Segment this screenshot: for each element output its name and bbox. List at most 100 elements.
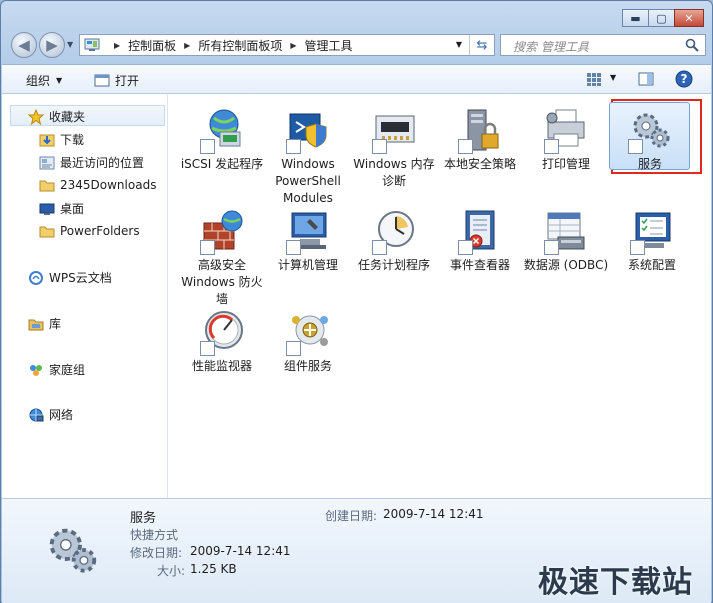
file-grid: iSCSI 发起程序 Windows PowerShell Modules Wi… bbox=[168, 94, 711, 498]
shortcut-arrow-icon bbox=[630, 240, 645, 255]
shortcut-arrow-icon bbox=[200, 240, 215, 255]
homegroup-icon bbox=[30, 364, 42, 376]
organize-label: 组织 bbox=[26, 74, 51, 88]
item-label: 计算机管理 bbox=[277, 258, 338, 272]
shortcut-arrow-icon bbox=[286, 341, 301, 356]
organize-button[interactable]: 组织 ▼ bbox=[26, 72, 62, 89]
item-label: 本地安全策略 bbox=[443, 157, 516, 171]
recent-places-icon bbox=[39, 156, 55, 169]
network-icon bbox=[29, 408, 44, 421]
item-firewall[interactable]: 高级安全 Windows 防火墙 bbox=[179, 207, 265, 308]
downloads-folder-icon bbox=[39, 134, 55, 146]
details-modified-value: 2009-7-14 12:41 bbox=[190, 544, 291, 558]
folder-icon bbox=[39, 180, 55, 192]
item-label: 打印管理 bbox=[541, 157, 590, 171]
caption-buttons: ▬ ▢ ✕ bbox=[622, 9, 704, 27]
shortcut-arrow-icon bbox=[544, 139, 559, 154]
open-button[interactable]: 打开 bbox=[94, 72, 139, 89]
star-icon bbox=[28, 108, 44, 125]
shortcut-arrow-icon bbox=[200, 139, 215, 154]
breadcrumb-separator-icon[interactable]: ▶ bbox=[184, 41, 190, 50]
shortcut-arrow-icon bbox=[628, 139, 643, 154]
item-label: Windows PowerShell Modules bbox=[275, 157, 341, 205]
back-arrow-icon: ◀ bbox=[18, 36, 30, 54]
refresh-button[interactable]: ⇆ bbox=[469, 35, 494, 55]
nav-favorites[interactable]: 收藏夹 bbox=[28, 108, 85, 125]
nav-desktop-label: 桌面 bbox=[60, 202, 85, 216]
nav-recent-places-label: 最近访问的位置 bbox=[60, 156, 145, 170]
item-services[interactable]: 服务 bbox=[609, 102, 690, 173]
details-size-label: 大小: bbox=[157, 564, 186, 578]
item-task-scheduler[interactable]: 任务计划程序 bbox=[351, 207, 437, 274]
item-powershell-modules[interactable]: Windows PowerShell Modules bbox=[265, 106, 351, 207]
search-placeholder: 搜索 管理工具 bbox=[513, 40, 589, 54]
nav-recent-places[interactable]: 最近访问的位置 bbox=[39, 154, 144, 171]
nav-powerfolders-label: PowerFolders bbox=[60, 224, 140, 238]
nav-downloads[interactable]: 下载 bbox=[39, 131, 84, 148]
nav-libraries[interactable]: 库 bbox=[28, 315, 61, 332]
view-options-icon[interactable] bbox=[586, 71, 602, 87]
breadcrumb: ▶ 控制面板 ▶ 所有控制面板项 ▶ 管理工具 bbox=[106, 37, 353, 54]
nav-2345downloads[interactable]: 2345Downloads bbox=[39, 177, 156, 193]
nav-favorites-label: 收藏夹 bbox=[49, 110, 86, 124]
close-button[interactable]: ✕ bbox=[674, 9, 704, 27]
search-box[interactable]: 搜索 管理工具 bbox=[500, 34, 706, 56]
shortcut-arrow-icon bbox=[286, 139, 301, 154]
item-label: 事件查看器 bbox=[449, 258, 510, 272]
item-computer-management[interactable]: 计算机管理 bbox=[265, 207, 351, 274]
item-label: 组件服务 bbox=[283, 359, 332, 373]
gears-icon bbox=[49, 528, 97, 573]
command-bar: 组织 ▼ 打开 ▼ ? bbox=[2, 64, 711, 94]
item-odbc-data-source[interactable]: 数据源 (ODBC) bbox=[523, 207, 609, 274]
item-print-management[interactable]: 打印管理 bbox=[523, 106, 609, 173]
folder-icon bbox=[39, 226, 55, 238]
maximize-button[interactable]: ▢ bbox=[648, 9, 675, 27]
breadcrumb-separator-icon[interactable]: ▶ bbox=[290, 41, 296, 50]
recent-pages-dropdown[interactable]: ▼ bbox=[67, 40, 73, 49]
search-icon[interactable] bbox=[685, 38, 699, 52]
back-button[interactable]: ◀ bbox=[11, 32, 37, 58]
desktop-icon bbox=[39, 203, 55, 215]
forward-button[interactable]: ▶ bbox=[39, 32, 65, 58]
details-modified-label: 修改日期: bbox=[130, 546, 183, 560]
item-label: 高级安全 Windows 防火墙 bbox=[181, 258, 263, 306]
details-name: 服务 bbox=[130, 511, 157, 526]
minimize-button[interactable]: ▬ bbox=[622, 9, 649, 27]
item-performance-monitor[interactable]: 性能监视器 bbox=[179, 308, 265, 375]
breadcrumb-separator-icon[interactable]: ▶ bbox=[114, 41, 120, 50]
chevron-down-icon: ▼ bbox=[56, 76, 63, 85]
breadcrumb-admin-tools[interactable]: 管理工具 bbox=[305, 37, 353, 54]
shortcut-arrow-icon bbox=[458, 139, 473, 154]
breadcrumb-control-panel[interactable]: 控制面板 bbox=[128, 37, 176, 54]
help-icon[interactable]: ? bbox=[675, 70, 693, 88]
nav-desktop[interactable]: 桌面 bbox=[39, 200, 84, 217]
nav-libraries-label: 库 bbox=[49, 317, 62, 331]
item-label: 数据源 (ODBC) bbox=[523, 258, 609, 272]
item-local-security-policy[interactable]: 本地安全策略 bbox=[437, 106, 523, 173]
library-icon bbox=[28, 319, 44, 330]
item-iscsi-initiator[interactable]: iSCSI 发起程序 bbox=[179, 106, 265, 173]
control-panel-icon bbox=[84, 38, 100, 51]
nav-homegroup-label: 家庭组 bbox=[49, 363, 86, 377]
breadcrumb-all-items[interactable]: 所有控制面板项 bbox=[198, 37, 282, 54]
address-bar[interactable]: ▶ 控制面板 ▶ 所有控制面板项 ▶ 管理工具 ▼ ⇆ bbox=[79, 34, 495, 56]
nav-wps-cloud[interactable]: WPS云文档 bbox=[28, 269, 112, 286]
item-label: Windows 内存诊断 bbox=[353, 157, 435, 188]
item-memory-diagnostic[interactable]: Windows 内存诊断 bbox=[351, 106, 437, 190]
address-history-dropdown[interactable]: ▼ bbox=[456, 40, 462, 49]
nav-network[interactable]: 网络 bbox=[28, 406, 73, 423]
view-dropdown-icon[interactable]: ▼ bbox=[610, 73, 616, 82]
nav-2345downloads-label: 2345Downloads bbox=[60, 178, 157, 192]
item-system-configuration[interactable]: 系统配置 bbox=[609, 207, 695, 274]
open-window-icon bbox=[94, 74, 110, 87]
item-event-viewer[interactable]: 事件查看器 bbox=[437, 207, 523, 274]
item-label: 性能监视器 bbox=[191, 359, 252, 373]
shortcut-arrow-icon bbox=[458, 240, 473, 255]
details-type: 快捷方式 bbox=[130, 528, 179, 542]
item-component-services[interactable]: 组件服务 bbox=[265, 308, 351, 375]
nav-homegroup[interactable]: 家庭组 bbox=[28, 361, 85, 378]
details-created-value: 2009-7-14 12:41 bbox=[383, 507, 484, 521]
preview-pane-icon[interactable] bbox=[638, 71, 654, 87]
nav-powerfolders[interactable]: PowerFolders bbox=[39, 223, 140, 239]
refresh-icon: ⇆ bbox=[476, 37, 488, 53]
